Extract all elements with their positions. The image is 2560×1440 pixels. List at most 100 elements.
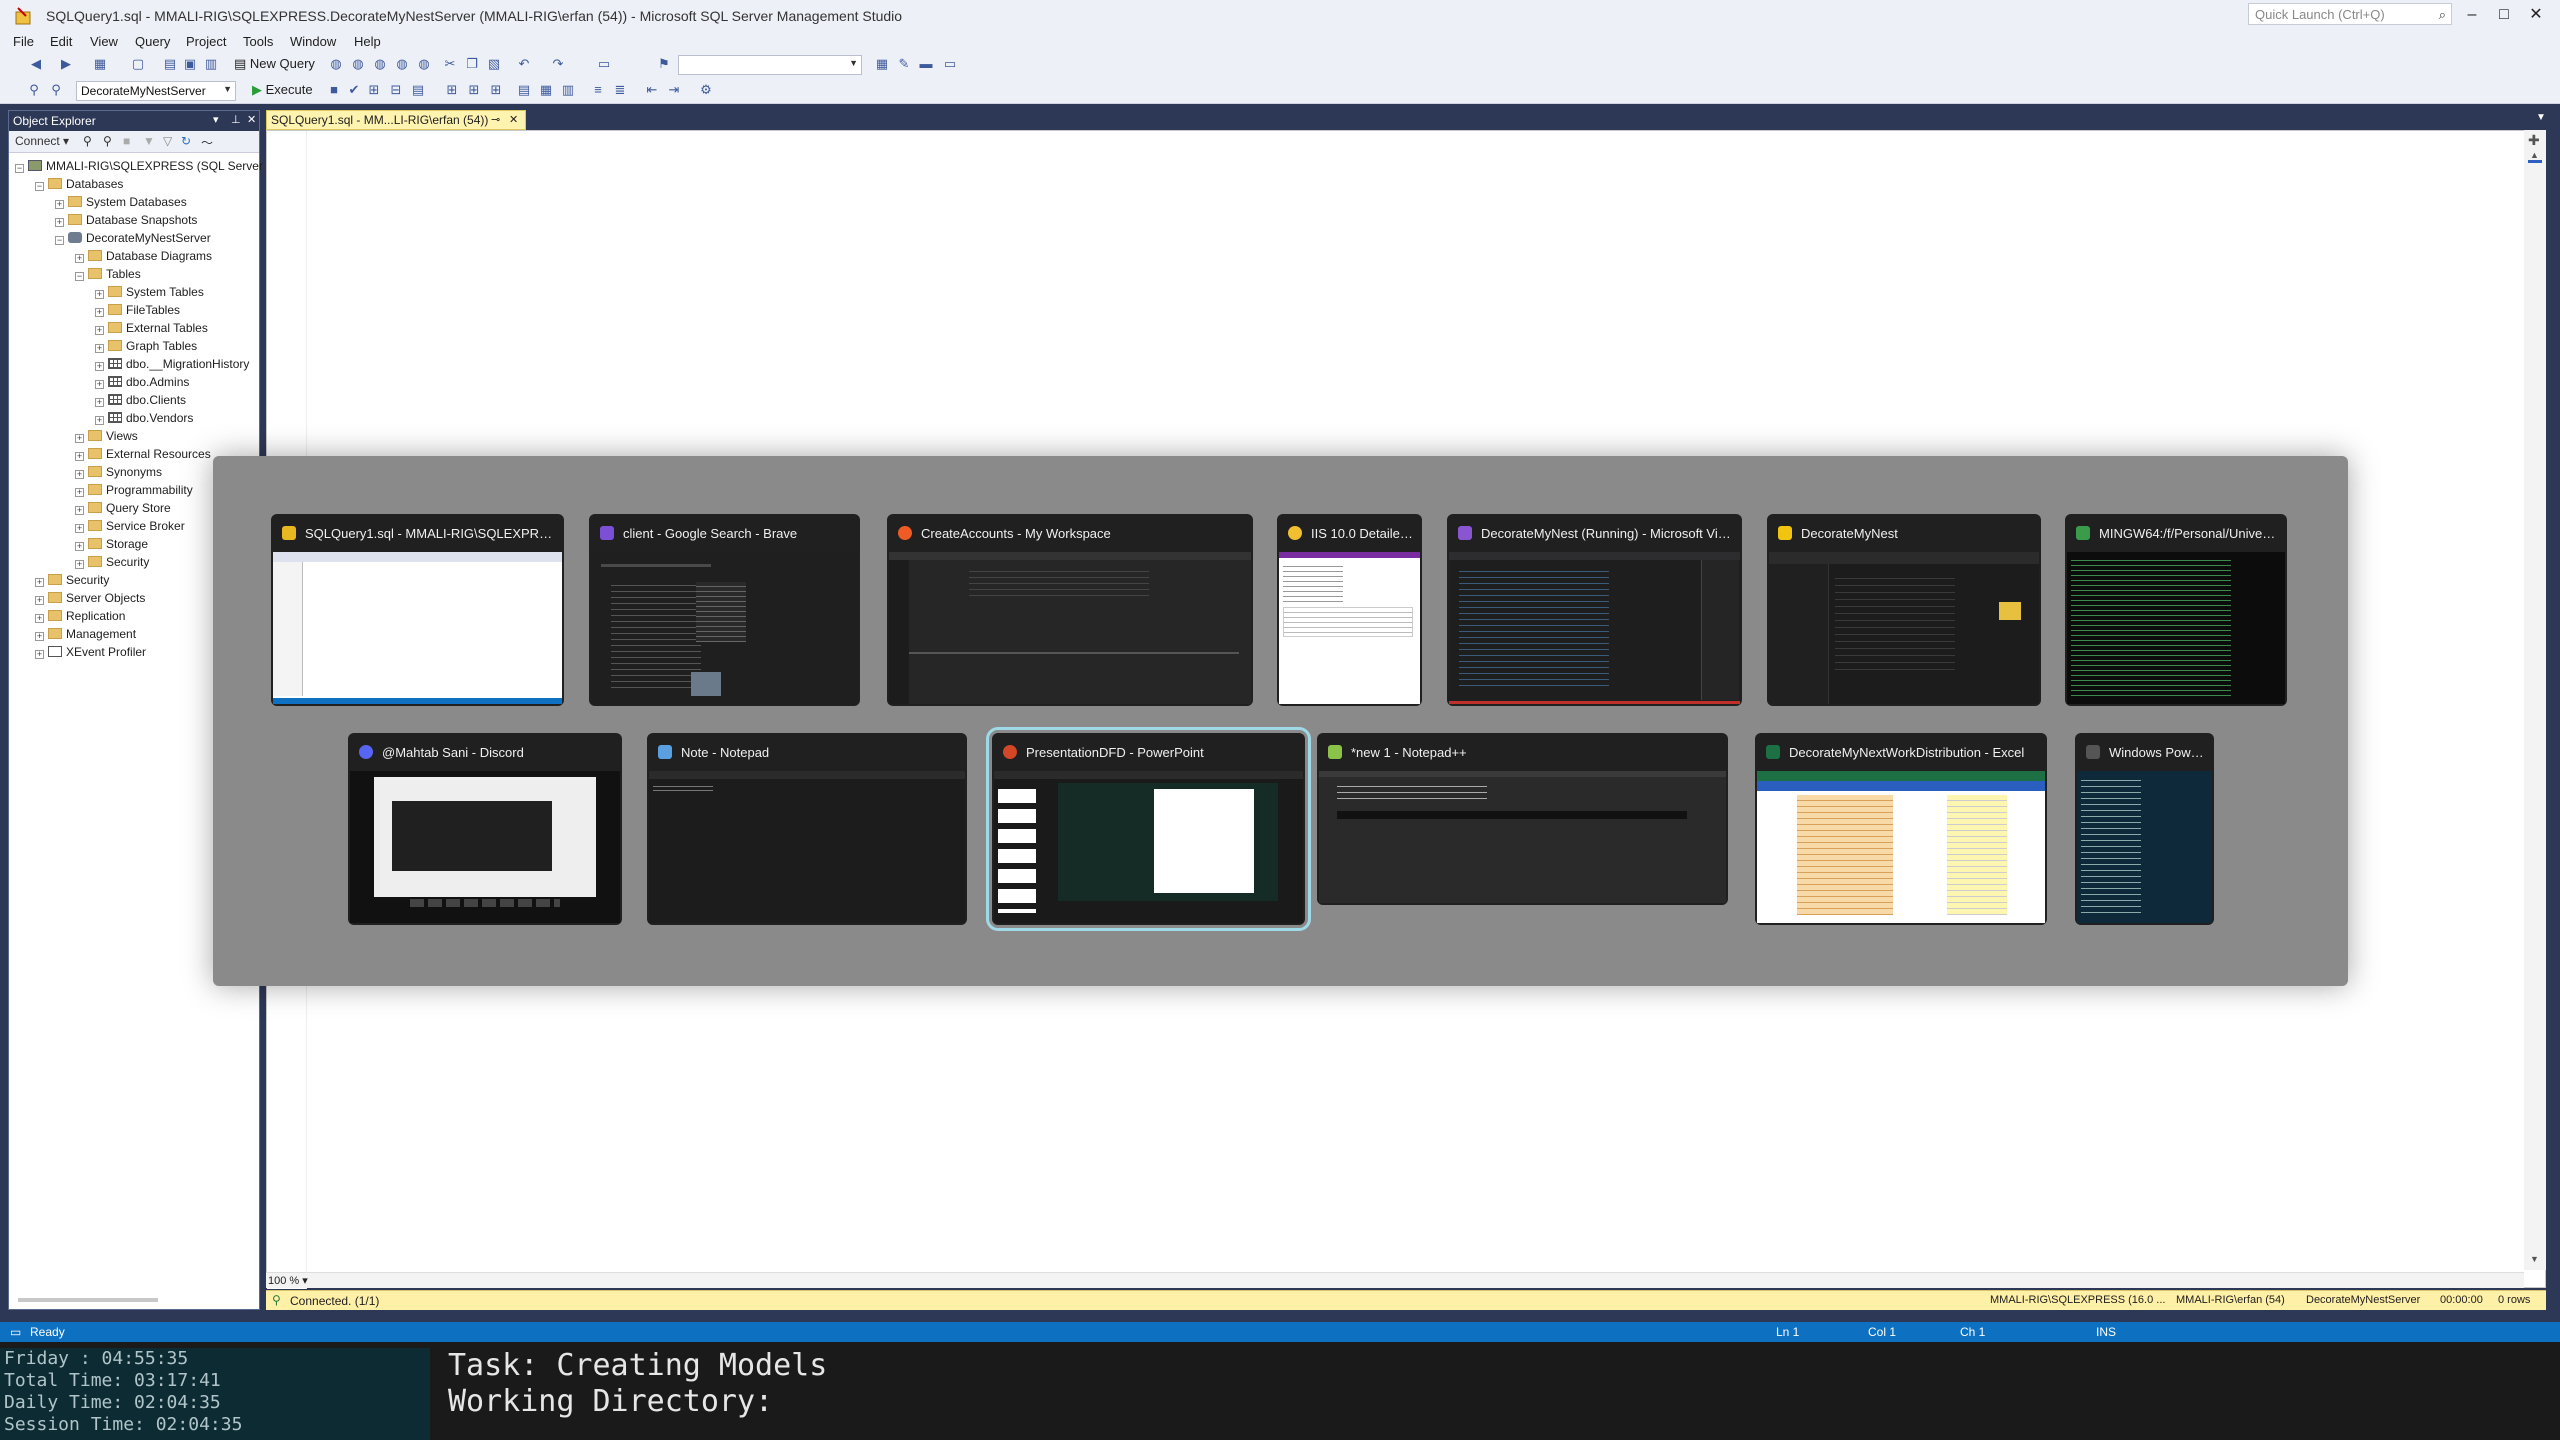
switcher-card-excel[interactable]: DecorateMyNextWorkDistribution - Excel xyxy=(1755,733,2047,925)
pin-icon[interactable]: ⊸ xyxy=(491,113,500,126)
specify-values-icon[interactable]: ⚙ xyxy=(698,82,714,98)
minimize-button[interactable]: – xyxy=(2456,2,2488,28)
comment-icon[interactable]: ≡ xyxy=(590,82,606,98)
switcher-card-notepad-plus[interactable]: *new 1 - Notepad++ xyxy=(1317,733,1728,905)
menu-help[interactable]: Help xyxy=(354,34,381,49)
results-grid-icon[interactable]: ▦ xyxy=(538,82,554,98)
connect-icon[interactable]: ⚲ xyxy=(83,134,92,148)
switcher-card-iis[interactable]: IIS 10.0 Detailed... xyxy=(1277,514,1422,706)
change-connection-icon[interactable]: ⚲ xyxy=(48,82,64,98)
chevron-down-icon[interactable]: ▾ xyxy=(213,113,219,126)
paste-icon[interactable]: ▧ xyxy=(486,56,502,72)
tree-node-tables[interactable]: − Tables xyxy=(75,265,141,283)
horizontal-scrollbar[interactable] xyxy=(266,1272,2524,1288)
tree-node-query-store[interactable]: + Query Store xyxy=(75,499,171,517)
window-layout-icon[interactable]: ▭ xyxy=(942,56,958,72)
tree-node-system-databases[interactable]: + System Databases xyxy=(55,193,187,211)
dax-query-icon[interactable]: ◍ xyxy=(394,56,410,72)
results-file-icon[interactable]: ▥ xyxy=(560,82,576,98)
tree-node-db-security[interactable]: + Security xyxy=(75,553,149,571)
cancel-query-icon[interactable]: ■ xyxy=(326,82,342,98)
open-folder-icon[interactable]: ▤ xyxy=(162,56,178,72)
tree-node-admins[interactable]: + dbo.Admins xyxy=(95,373,189,391)
switcher-card-notepad[interactable]: Note - Notepad xyxy=(647,733,967,925)
undo-icon[interactable]: ↶ xyxy=(516,56,532,72)
split-icon[interactable]: ✚ xyxy=(2528,132,2540,149)
tree-node-xevent-profiler[interactable]: + XEvent Profiler xyxy=(35,643,146,661)
new-file-icon[interactable]: ▢ xyxy=(130,56,146,72)
tree-node-external-resources[interactable]: + External Resources xyxy=(75,445,211,463)
vertical-scrollbar[interactable]: ✚ ▲ ▼ xyxy=(2524,130,2546,1270)
client-stats-icon[interactable]: ⊞ xyxy=(488,82,504,98)
tree-node-migration-history[interactable]: + dbo.__MigrationHistory xyxy=(95,355,249,373)
mdx-query-icon[interactable]: ◍ xyxy=(328,56,344,72)
intellisense-icon[interactable]: ▤ xyxy=(410,82,426,98)
tree-node-filetables[interactable]: + FileTables xyxy=(95,301,180,319)
parse-icon[interactable]: ✔ xyxy=(346,82,362,98)
menu-edit[interactable]: Edit xyxy=(50,34,72,49)
close-icon[interactable]: ✕ xyxy=(509,113,518,126)
switcher-card-powershell[interactable]: Windows Powe... xyxy=(2075,733,2214,925)
connect-button[interactable]: Connect ▾ xyxy=(15,134,69,148)
wrench-icon[interactable]: ✎ xyxy=(896,56,912,72)
tree-node-system-tables[interactable]: + System Tables xyxy=(95,283,204,301)
find-icon[interactable]: ⚑ xyxy=(656,56,672,72)
tree-node-storage[interactable]: + Storage xyxy=(75,535,148,553)
redo-icon[interactable]: ↷ xyxy=(550,56,566,72)
menu-window[interactable]: Window xyxy=(290,34,336,49)
switcher-card-brave[interactable]: client - Google Search - Brave xyxy=(589,514,860,706)
stop-icon[interactable]: ■ xyxy=(123,134,130,148)
switcher-card-powerpoint[interactable]: PresentationDFD - PowerPoint xyxy=(986,727,1311,931)
dmx-query-icon[interactable]: ◍ xyxy=(350,56,366,72)
tree-node-databases[interactable]: − Databases xyxy=(35,175,123,193)
database-select[interactable]: DecorateMyNestServer ▼ xyxy=(76,81,236,101)
menu-file[interactable]: File xyxy=(13,34,34,49)
tree-node-management[interactable]: + Management xyxy=(35,625,136,643)
tree-node-security[interactable]: + Security xyxy=(35,571,109,589)
quick-launch-input[interactable]: Quick Launch (Ctrl+Q) ⌕ xyxy=(2248,3,2452,25)
tree-node-decoratemynestserver[interactable]: − DecorateMyNestServer xyxy=(55,229,211,247)
tree-node-server[interactable]: − MMALI-RIG\SQLEXPRESS (SQL Server 1 xyxy=(15,157,273,175)
scroll-thumb[interactable] xyxy=(2528,160,2542,163)
results-text-icon[interactable]: ▤ xyxy=(516,82,532,98)
tree-node-vendors[interactable]: + dbo.Vendors xyxy=(95,409,193,427)
actual-plan-icon[interactable]: ⊞ xyxy=(444,82,460,98)
switcher-card-git-bash[interactable]: MINGW64:/f/Personal/Universi... xyxy=(2065,514,2287,706)
toolbox-icon[interactable]: ▬ xyxy=(918,56,934,72)
new-query-button[interactable]: ▤ New Query xyxy=(234,56,315,72)
save-all-icon[interactable]: ▥ xyxy=(203,56,219,72)
scroll-up-icon[interactable]: ▲ xyxy=(2530,150,2539,160)
tree-node-graph-tables[interactable]: + Graph Tables xyxy=(95,337,197,355)
forward-icon[interactable]: ▶ xyxy=(58,56,74,72)
decrease-indent-icon[interactable]: ⇤ xyxy=(644,82,660,98)
connect-icon[interactable]: ⚲ xyxy=(26,82,42,98)
tree-node-external-tables[interactable]: + External Tables xyxy=(95,319,208,337)
close-icon[interactable]: ✕ xyxy=(247,113,256,126)
save-icon[interactable]: ▣ xyxy=(182,56,198,72)
live-stats-icon[interactable]: ⊞ xyxy=(466,82,482,98)
disconnect-icon[interactable]: ⚲ xyxy=(103,134,112,148)
tree-node-service-broker[interactable]: + Service Broker xyxy=(75,517,185,535)
tree-node-database-diagrams[interactable]: + Database Diagrams xyxy=(75,247,212,265)
increase-indent-icon[interactable]: ⇥ xyxy=(666,82,682,98)
tree-node-synonyms[interactable]: + Synonyms xyxy=(75,463,162,481)
query-designer-icon[interactable]: ⊟ xyxy=(388,82,404,98)
tree-node-programmability[interactable]: + Programmability xyxy=(75,481,193,499)
filter-icon[interactable]: ▼ xyxy=(143,134,155,148)
switcher-card-discord[interactable]: @Mahtab Sani - Discord xyxy=(348,733,622,925)
estimated-plan-icon[interactable]: ⊞ xyxy=(366,82,382,98)
switcher-card-visual-studio[interactable]: DecorateMyNest (Running) - Microsoft Vis… xyxy=(1447,514,1742,706)
xmla-query-icon[interactable]: ◍ xyxy=(372,56,388,72)
back-icon[interactable]: ◀ xyxy=(28,56,44,72)
tree-node-replication[interactable]: + Replication xyxy=(35,607,125,625)
pin-icon[interactable]: ⊥ xyxy=(231,113,241,126)
tab-sqlquery1[interactable]: SQLQuery1.sql - MM...LI-RIG\erfan (54)) … xyxy=(266,110,526,130)
menu-view[interactable]: View xyxy=(90,34,118,49)
switcher-card-postman[interactable]: CreateAccounts - My Workspace xyxy=(887,514,1253,706)
refresh-icon[interactable]: ↻ xyxy=(181,134,191,148)
switcher-card-file-explorer[interactable]: DecorateMyNest xyxy=(1767,514,2041,706)
menu-project[interactable]: Project xyxy=(186,34,226,49)
filter-settings-icon[interactable]: ▽ xyxy=(163,134,172,148)
scroll-down-icon[interactable]: ▼ xyxy=(2530,1254,2539,1264)
menu-tools[interactable]: Tools xyxy=(243,34,273,49)
